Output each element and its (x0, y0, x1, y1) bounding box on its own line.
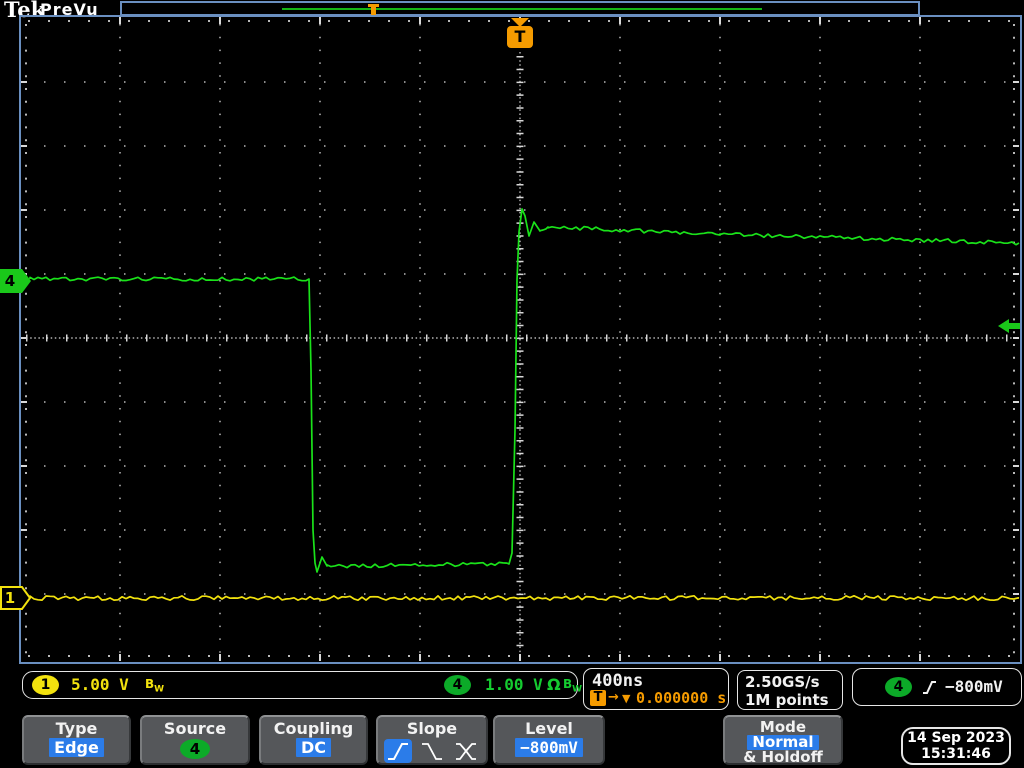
waveform-display (21, 17, 1020, 661)
menu-level-button[interactable]: Level −800mV (493, 715, 605, 765)
timebase-readout: 400ns (592, 671, 644, 691)
menu-slope-label: Slope (406, 719, 458, 738)
menu-source-label: Source (163, 719, 227, 738)
trigger-source-badge: 4 (885, 677, 912, 697)
record-length-readout: 1M points (745, 691, 829, 709)
menu-coupling-label: Coupling (273, 719, 354, 738)
svg-text:1: 1 (5, 589, 15, 607)
menu-level-value: −800mV (515, 738, 583, 757)
menu-type-value: Edge (49, 738, 104, 757)
trigger-position-badge: T (507, 26, 533, 48)
ch1-bandwidth-indicator: BW (145, 677, 165, 695)
svg-text:4: 4 (5, 272, 15, 290)
trigger-t-icon: T (590, 690, 606, 706)
menu-level-label: Level (525, 719, 573, 738)
ch4-badge: 4 (444, 675, 471, 695)
slope-either-icon[interactable] (452, 739, 480, 763)
menu-coupling-button[interactable]: Coupling DC (259, 715, 368, 765)
sample-rate-readout: 2.50GS/s (745, 673, 820, 691)
ch4-impedance: Ω (547, 675, 561, 694)
menu-slope-button[interactable]: Slope (376, 715, 488, 765)
datetime-box: 14 Sep 2023 15:31:46 (901, 727, 1011, 765)
time-text: 15:31:46 (921, 746, 991, 762)
oscilloscope-screen: Tek PreVu T 4 1 1 5.00 V BW 4 1.00 V Ω B… (0, 0, 1024, 768)
slope-falling-icon[interactable] (418, 739, 446, 763)
date-text: 14 Sep 2023 (907, 730, 1005, 746)
menu-source-button[interactable]: Source 4 (140, 715, 250, 765)
menu-coupling-value: DC (295, 738, 332, 757)
channel4-position-marker: 4 (0, 269, 31, 293)
acquisition-readout-box: 2.50GS/s 1M points (737, 670, 843, 710)
trigger-level-arrow-icon (998, 319, 1020, 333)
channel-readout-box: 1 5.00 V BW 4 1.00 V Ω BW (22, 671, 582, 699)
trigger-level-readout: −800mV (945, 677, 1003, 696)
menu-mode-button[interactable]: Mode Normal & Holdoff (723, 715, 843, 765)
ch4-scale: 1.00 V (485, 675, 543, 694)
menu-source-channel-badge: 4 (180, 739, 210, 759)
trigger-readout-box: 4 −800mV (852, 668, 1022, 706)
menu-mode-value2: & Holdoff (743, 748, 823, 766)
ch4-bandwidth-indicator: BW (563, 677, 583, 695)
trigger-slope-icon (923, 681, 936, 694)
horizontal-readout-box: 400ns T → ▼ 0.000000 s (583, 668, 729, 710)
ch1-badge: 1 (32, 675, 59, 695)
menu-type-label: Type (55, 719, 98, 738)
menu-type-button[interactable]: Type Edge (22, 715, 131, 765)
delay-marker-icon: ▼ (622, 692, 631, 705)
ch1-scale: 5.00 V (71, 675, 129, 694)
channel1-position-marker: 1 (0, 586, 32, 610)
delay-readout: 0.000000 s (636, 689, 727, 707)
slope-rising-icon[interactable] (384, 739, 412, 763)
arrow-icon: → (608, 690, 619, 705)
